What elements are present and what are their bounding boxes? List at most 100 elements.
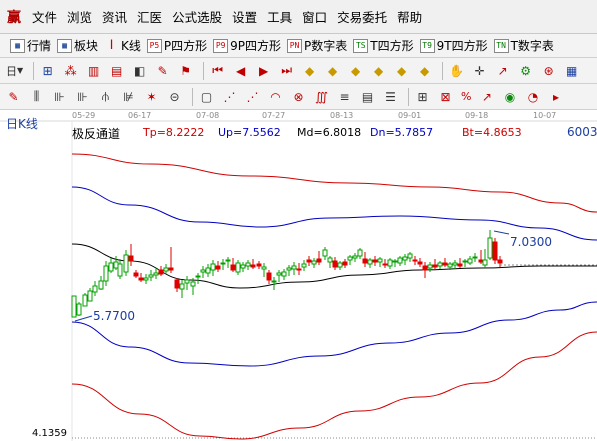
kline-chart[interactable]: 日K线 极反通道 Tp=8.2222 Up=7.5562 Md=6.8018 D… (0, 110, 597, 441)
t-square-label: T四方形 (370, 39, 414, 53)
candle-body (437, 262, 443, 267)
candle-body (215, 265, 221, 270)
settings-icon[interactable]: ⚙ (516, 61, 535, 81)
multi-lines-icon[interactable]: ⊪ (73, 87, 92, 107)
candle-body (337, 262, 343, 268)
gann-icon[interactable]: ⊯ (119, 87, 138, 107)
candle-type-icon[interactable]: ◧ (130, 61, 149, 81)
candle-body (133, 272, 139, 277)
vertical-lines-icon[interactable]: ⫼ (27, 87, 46, 107)
date-label: 07-08 (196, 111, 220, 120)
sector-view-button[interactable]: ▦ 板块 (57, 37, 98, 54)
go-last-icon[interactable]: ⏭ (277, 61, 296, 81)
rectangle-icon[interactable]: ▢ (197, 87, 216, 107)
candle-body (158, 269, 164, 275)
grid-lines-icon[interactable]: ⊪ (50, 87, 69, 107)
t-number-table-button[interactable]: TN T数字表 (493, 37, 554, 54)
p9-square-button[interactable]: P9 9P四方形 (213, 37, 281, 54)
sector-view-label: 板块 (74, 39, 99, 53)
t-square-button[interactable]: TS T四方形 (353, 37, 414, 54)
drawing-toolbar: ✎ ⫼ ⊪ ⊪ ⫛ ⊯ ✶ ⊝ ▢ ⋰ ⋰ ◠ ⊗ ∭ ≡ ▤ ☰ ⊞ ⊠ % … (0, 84, 597, 110)
trend-up-icon[interactable]: ↗ (477, 87, 496, 107)
candle-body (311, 260, 317, 265)
candle-body (113, 261, 119, 269)
ratio-icon[interactable]: ⊠ (436, 87, 455, 107)
zoom-out-icon[interactable]: ◆ (369, 61, 388, 81)
candle-body (327, 257, 333, 263)
fibonacci-icon[interactable]: ≡ (335, 87, 354, 107)
p-square-button[interactable]: P5 P四方形 (146, 37, 207, 54)
chart-mode-icon[interactable]: ⊛ (539, 61, 558, 81)
flag-icon[interactable]: ⚑ (176, 61, 195, 81)
menu-window[interactable]: 窗口 (297, 7, 332, 26)
arc-icon[interactable]: ◠ (266, 87, 285, 107)
candle-body (487, 237, 493, 259)
candlestick-icon: ┃ (109, 39, 114, 49)
move-down-icon[interactable]: ◆ (415, 61, 434, 81)
candle-body (123, 254, 129, 273)
p-number-table-button[interactable]: PN P数字表 (287, 37, 347, 54)
calendar-icon[interactable]: ▦ (562, 61, 581, 81)
hand-icon[interactable]: ✋ (447, 61, 466, 81)
p9-square-label: 9P四方形 (230, 39, 282, 53)
move-right-icon[interactable]: ◆ (323, 61, 342, 81)
t9-square-button[interactable]: T9 9T四方形 (419, 37, 488, 54)
candle-body (184, 279, 190, 284)
timezone-icon[interactable]: ∭ (312, 87, 331, 107)
kline-view-button[interactable]: ┃ K线 (104, 37, 141, 54)
menu-tools[interactable]: 工具 (262, 7, 297, 26)
separator (408, 87, 409, 106)
menu-huiyi[interactable]: 汇医 (132, 7, 167, 26)
menu-trade[interactable]: 交易委托 (332, 7, 392, 26)
menu-formula-screener[interactable]: 公式选股 (167, 7, 227, 26)
menu-settings[interactable]: 设置 (227, 7, 262, 26)
fork-lines-icon[interactable]: ⫛ (96, 87, 115, 107)
move-left-icon[interactable]: ◆ (300, 61, 319, 81)
go-first-icon[interactable]: ⏮ (208, 61, 227, 81)
go-prev-icon[interactable]: ◀ (231, 61, 250, 81)
bars-icon[interactable]: ⊞ (413, 87, 432, 107)
multi-period-icon[interactable]: ⁂ (61, 61, 80, 81)
cycle-icon[interactable]: ⊝ (165, 87, 184, 107)
bar-chart-icon[interactable]: ▥ (84, 61, 103, 81)
go-next-icon[interactable]: ▶ (254, 61, 273, 81)
candle-body (478, 259, 484, 263)
gauge-icon[interactable]: ◔ (523, 87, 542, 107)
candle-body (457, 263, 463, 267)
fan-lines-icon[interactable]: ✶ (142, 87, 161, 107)
chart-style-icon[interactable]: ⊞ (38, 61, 57, 81)
menu-help[interactable]: 帮助 (392, 7, 427, 26)
channel-icon[interactable]: ▤ (358, 87, 377, 107)
draw-chart-icon[interactable]: ✎ (153, 61, 172, 81)
speed-lines-icon[interactable]: ⋰ (220, 87, 239, 107)
move-up-icon[interactable]: ◆ (392, 61, 411, 81)
levels-icon[interactable]: ☰ (381, 87, 400, 107)
candle-body (462, 260, 468, 263)
app-window: 赢 文件 浏览 资讯 汇医 公式选股 设置 工具 窗口 交易委托 帮助 ▦ 行情… (0, 0, 597, 441)
zoom-in-icon[interactable]: ◆ (346, 61, 365, 81)
candle-body (128, 255, 134, 262)
crosshair-icon[interactable]: ✛ (470, 61, 489, 81)
menu-file[interactable]: 文件 (27, 7, 62, 26)
candle-body (153, 272, 159, 276)
more-icon[interactable]: ▸ (546, 87, 565, 107)
candle-body (377, 258, 383, 263)
pen-draw-icon[interactable]: ✎ (4, 87, 23, 107)
candle-body (392, 260, 398, 263)
trend-icon[interactable]: ↗ (493, 61, 512, 81)
chart-canvas (0, 120, 597, 441)
spiral-icon[interactable]: ⊗ (289, 87, 308, 107)
volume-bars-icon[interactable]: ▤ (107, 61, 126, 81)
fibonacci-fan-icon[interactable]: ⋰ (243, 87, 262, 107)
quote-view-button[interactable]: ▦ 行情 (10, 37, 51, 54)
t9-icon: T9 (419, 38, 435, 53)
tp-value: Tp=8.2222 (143, 126, 205, 139)
menu-news[interactable]: 资讯 (97, 7, 132, 26)
coin-icon[interactable]: ◉ (500, 87, 519, 107)
candle-body (322, 249, 328, 257)
candle-body (447, 263, 453, 268)
percent-button[interactable]: % (459, 87, 473, 107)
menu-browse[interactable]: 浏览 (62, 7, 97, 26)
period-selector[interactable]: 日 ▼ (4, 61, 25, 81)
candle-body (179, 283, 185, 290)
